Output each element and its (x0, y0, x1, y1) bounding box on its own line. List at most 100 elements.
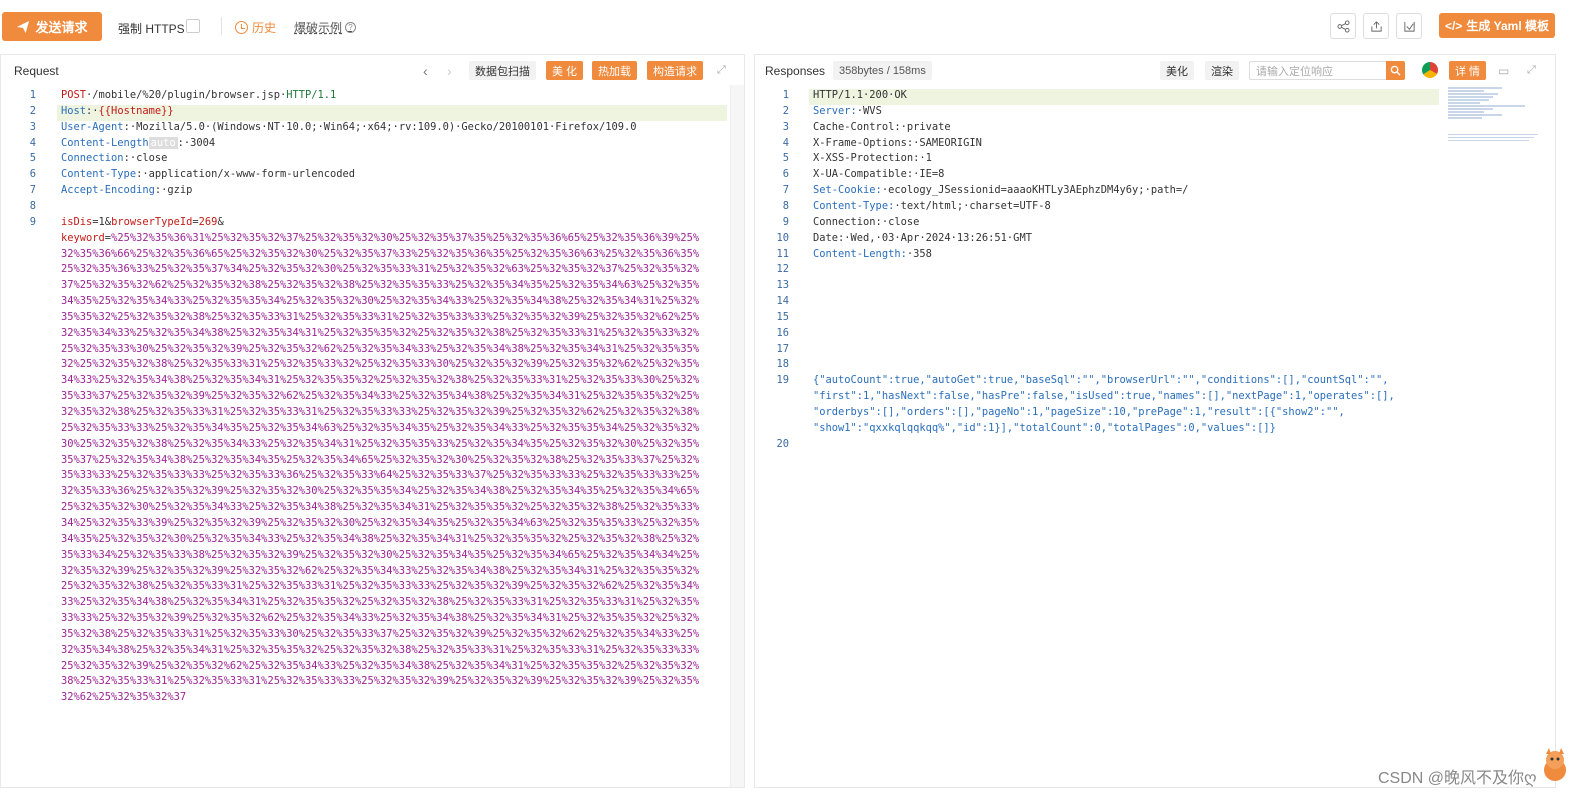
locate-response-input[interactable]: 请输入定位响应 (1249, 61, 1387, 80)
request-header: Request ‹ › 数据包扫描 美 化 热加载 构造请求 ⤢ (1, 55, 744, 85)
code-token: 32%35%36%66%25%32%35%36%65%25%32%35%32%3… (61, 247, 700, 260)
render-button[interactable]: 渲染 (1205, 61, 1239, 80)
packet-scan-button[interactable]: 数据包扫描 (469, 61, 536, 80)
code-token: auto (148, 136, 178, 149)
history-button[interactable]: 历史 (235, 19, 276, 36)
line-number: 17 (776, 342, 789, 355)
code-line: 32%62%25%32%35%32%37 (61, 691, 186, 703)
code-line: 34%35%25%32%35%34%33%25%32%35%35%34%25%3… (61, 295, 699, 307)
code-token: 37%25%32%35%32%62%25%32%35%32%38%25%32%3… (61, 279, 700, 292)
code-line: 32%35%33%36%25%32%35%32%39%25%32%35%32%3… (61, 485, 699, 497)
line-number: 9 (782, 215, 789, 228)
import-icon (1403, 21, 1415, 32)
generate-yaml-button[interactable]: </> 生成 Yaml 模板 (1439, 13, 1555, 38)
chevron-left-icon[interactable]: ‹ (423, 63, 428, 79)
search-icon (1390, 65, 1401, 76)
export-button[interactable] (1363, 13, 1389, 39)
detail-button[interactable]: 详 情 (1449, 61, 1487, 80)
code-token: {{Hostname}} (98, 104, 174, 117)
code-token: %25%32%35%36%31%25%32%35%32%37%25%32%35%… (111, 231, 700, 244)
code-token: ·text/html;·charset=UTF-8 (894, 199, 1051, 212)
chevron-right-icon[interactable]: › (447, 63, 452, 79)
line-number: 2 (29, 104, 36, 117)
code-token: 25%32%35%36%33%25%32%35%37%34%25%32%35%3… (61, 263, 700, 276)
history-label: 历史 (252, 21, 277, 35)
code-icon: </> (1444, 18, 1463, 33)
expand-icon[interactable]: ⤢ (1527, 64, 1536, 77)
request-title: Request (14, 64, 59, 78)
response-beautify-button[interactable]: 美化 (1160, 61, 1194, 80)
response-minimap[interactable] (1448, 87, 1538, 147)
comment-icon[interactable]: ▭ (1498, 64, 1509, 78)
code-line: 30%25%32%35%32%38%25%32%35%34%33%25%32%3… (61, 438, 699, 450)
line-number: 10 (776, 231, 789, 244)
line-number: 5 (29, 152, 36, 165)
response-title: Responses (765, 64, 826, 78)
response-editor[interactable]: 1 HTTP/1.1·200·OK 2 Server:·WVS 3 Cache-Contr… (755, 87, 1555, 787)
code-token: browserTypeId (111, 215, 193, 228)
code-token: Connection (61, 152, 124, 165)
code-line: HTTP/1.1·200·OK (813, 89, 907, 101)
beautify-button[interactable]: 美 化 (546, 61, 584, 80)
code-token: & (217, 215, 224, 228)
code-token: Connection:·close (813, 215, 920, 228)
toolbar-divider (221, 17, 222, 35)
code-line: 25%32%35%32%39%25%32%35%32%62%25%32%35%3… (61, 660, 699, 672)
code-token: 32%35%32%38%25%32%35%33%31%25%32%35%33%3… (61, 406, 700, 418)
code-token: 32%35%33%36%25%32%35%32%39%25%32%35%32%3… (61, 485, 700, 498)
request-scrollbar[interactable] (730, 85, 744, 787)
brute-example-link[interactable]: 爆破示例 ? (294, 19, 357, 36)
code-token: Content-Length: (813, 247, 907, 260)
code-line: Set-Cookie:·ecology_JSessionid=aaaoKHTLy… (813, 184, 1188, 196)
code-line: 35%35%32%25%32%35%32%38%25%32%35%33%31%2… (61, 311, 699, 323)
code-token: 35%37%25%32%35%34%38%25%32%35%34%35%25%3… (61, 453, 700, 466)
import-button[interactable] (1396, 13, 1422, 39)
send-request-button[interactable]: 发送请求 (2, 12, 102, 41)
code-line: 34%25%32%35%33%39%25%32%35%32%39%25%32%3… (61, 517, 699, 529)
code-line: "show1":"qxxkqlqqkqq%","id":1}],"totalCo… (813, 422, 1276, 434)
code-token: 269 (198, 215, 218, 228)
request-editor[interactable]: 1 POST·/mobile/%20/plugin/browser.jsp·HTT… (1, 87, 744, 787)
code-line: 32%25%32%35%32%38%25%32%35%33%31%25%32%3… (61, 358, 699, 370)
brute-example-label: 爆破示例 (294, 21, 343, 35)
code-token: Host (61, 104, 87, 117)
code-line: Content-Type:·text/html;·charset=UTF-8 (813, 200, 1051, 212)
construct-request-button[interactable]: 构造请求 (647, 61, 703, 80)
help-icon[interactable]: ? (345, 22, 357, 33)
code-line: X-UA-Compatible:·IE=8 (813, 168, 944, 180)
code-line: 35%33%34%25%32%35%33%38%25%32%35%32%39%2… (61, 549, 699, 561)
code-line: 35%33%37%25%32%35%32%39%25%32%35%32%62%2… (61, 390, 699, 402)
force-https-checkbox[interactable] (186, 19, 200, 33)
line-number: 2 (782, 104, 789, 117)
code-token: 25%32%35%32%30%25%32%35%34%33%25%32%35%3… (61, 501, 700, 514)
code-line: Date:·Wed,·03·Apr·2024·13:26:51·GMT (813, 232, 1032, 244)
code-token: :·Mozilla/5.0·(Windows·NT·10.0;·Win64;·x… (123, 120, 637, 133)
code-line: "first":1,"hasNext":false,"hasPre":false… (813, 390, 1395, 402)
code-token: Content-Type: (813, 199, 895, 212)
code-line: Host:·{{Hostname}} (61, 105, 174, 117)
code-line: 32%35%34%33%25%32%35%34%38%25%32%35%34%3… (61, 327, 699, 339)
search-button[interactable] (1386, 61, 1405, 80)
line-number: 1 (782, 89, 789, 101)
code-line: 37%25%32%35%32%62%25%32%35%32%38%25%32%3… (61, 279, 699, 291)
code-token: 35%33%37%25%32%35%32%39%25%32%35%32%62%2… (61, 390, 700, 403)
code-line: Content-Type:·application/x-www-form-url… (61, 168, 355, 180)
generate-yaml-label: 生成 Yaml 模板 (1466, 19, 1550, 33)
expand-icon[interactable]: ⤢ (717, 64, 726, 77)
line-number: 19 (776, 374, 789, 387)
share-button[interactable] (1330, 13, 1356, 39)
line-number: 3 (782, 120, 789, 133)
code-token: HTTP/1.1·200·OK (813, 89, 907, 101)
code-line: X-XSS-Protection:·1 (813, 152, 932, 164)
hotload-button[interactable]: 热加载 (592, 61, 637, 80)
code-line: Content-Length auto:·3004 (61, 136, 215, 149)
code-token: X-XSS-Protection:·1 (813, 152, 932, 165)
code-line: 33%25%32%35%34%38%25%32%35%34%31%25%32%3… (61, 596, 699, 608)
chrome-icon[interactable] (1422, 62, 1438, 78)
code-line: X-Frame-Options:·SAMEORIGIN (813, 137, 982, 149)
code-line: 25%32%35%32%38%25%32%35%33%31%25%32%35%3… (61, 580, 699, 592)
code-token: 35%32%38%25%32%35%33%31%25%32%35%33%30%2… (61, 627, 700, 640)
code-token: 32%25%32%35%32%38%25%32%35%33%31%25%32%3… (61, 358, 700, 371)
code-token: 35%33%34%25%32%35%33%38%25%32%35%32%39%2… (61, 548, 700, 561)
line-number: 14 (776, 295, 789, 308)
